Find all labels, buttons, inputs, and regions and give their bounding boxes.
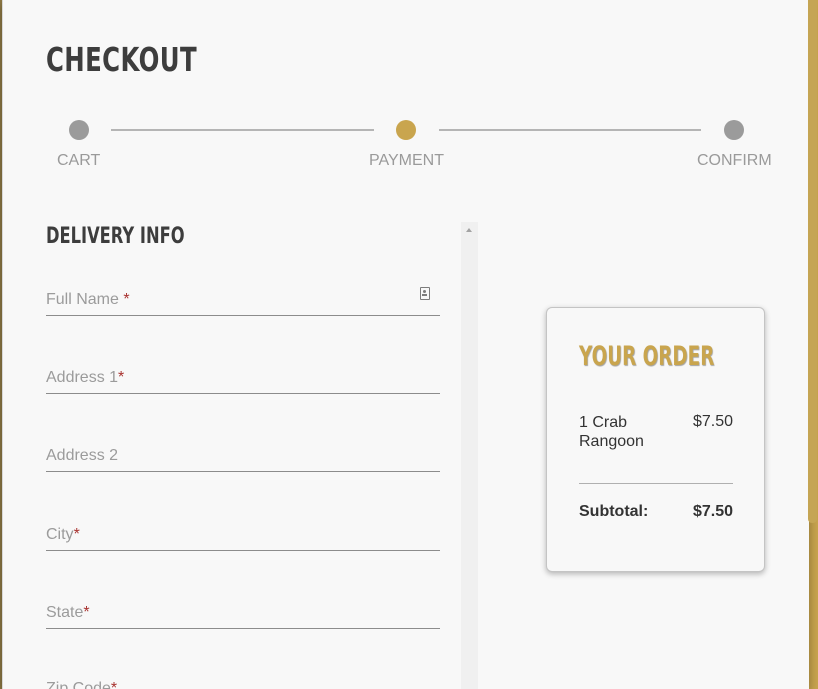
zip-code-label: Zip Code* [46,680,117,689]
checkout-modal: CHECKOUT CART PAYMENT CONFIRM DELIVERY I… [2,0,809,689]
address1-label: Address 1* [46,369,125,386]
subtotal-label: Subtotal: [579,503,649,520]
state-field[interactable]: State* [46,604,440,629]
address2-label: Address 2 [46,447,119,464]
step-confirm-label[interactable]: CONFIRM [697,152,772,170]
delivery-info-title: DELIVERY INFO [46,224,185,249]
stepper-connector [111,129,374,131]
order-summary-card: YOUR ORDER 1 Crab Rangoon $7.50 Subtotal… [546,307,765,572]
step-cart-dot[interactable] [69,120,89,140]
form-scrollbar[interactable] [461,222,478,689]
stepper-connector [439,129,701,131]
order-item-price: $7.50 [692,413,733,430]
city-label: City* [46,526,80,543]
city-field[interactable]: City* [46,526,440,551]
order-title: YOUR ORDER [579,341,715,372]
required-marker: * [123,291,130,308]
step-cart-label[interactable]: CART [57,152,100,170]
state-label: State* [46,604,90,621]
zip-code-field[interactable]: Zip Code* [46,680,440,689]
step-payment-label[interactable]: PAYMENT [369,152,444,170]
scroll-up-arrow-icon[interactable] [466,228,472,232]
page-scrollbar-thumb[interactable] [808,0,817,523]
contact-card-icon[interactable] [420,287,430,300]
full-name-field[interactable]: Full Name * [46,287,440,316]
checkout-stepper: CART PAYMENT CONFIRM [3,0,809,190]
required-marker: * [73,526,80,543]
full-name-label: Full Name * [46,291,130,308]
address1-field[interactable]: Address 1* [46,369,440,394]
required-marker: * [83,604,90,621]
subtotal-value: $7.50 [692,503,733,520]
step-confirm-dot[interactable] [724,120,744,140]
order-divider [579,483,733,484]
step-payment-dot[interactable] [396,120,416,140]
order-item-name: 1 Crab Rangoon [579,414,644,450]
required-marker: * [110,680,118,689]
address2-field[interactable]: Address 2 [46,447,440,472]
required-marker: * [118,369,125,386]
